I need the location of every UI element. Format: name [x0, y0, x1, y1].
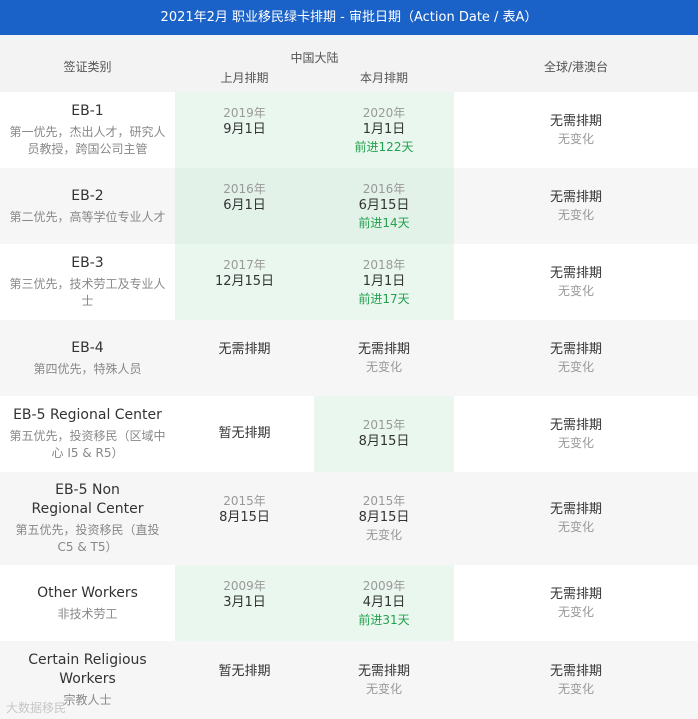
table-row: EB-5 Regional Center 第五优先，投资移民（区域中心 I5 &… — [0, 396, 698, 472]
curr-status: 无需排期 — [357, 341, 410, 357]
category-desc: 第二优先，高等学位专业人才 — [9, 209, 166, 224]
curr-nochange: 无变化 — [365, 359, 402, 374]
category-name: EB-2 — [71, 187, 104, 204]
prev-year: 2019年 — [223, 105, 266, 120]
table-title: 2021年2月 职业移民绿卡排期 - 审批日期（Action Date / 表A… — [0, 0, 698, 35]
global-change: 无变化 — [557, 359, 594, 374]
prev-year: 2016年 — [223, 181, 266, 196]
curr-nochange: 无变化 — [365, 681, 402, 696]
global-change: 无变化 — [557, 207, 594, 222]
prev-status: 暂无排期 — [218, 426, 271, 441]
curr-change: 前进31天 — [358, 612, 410, 627]
table-header: 签证类别 中国大陆 上月排期 本月排期 全球/港澳台 — [0, 35, 698, 92]
prev-year: 2015年 — [223, 494, 266, 508]
curr-year: 2015年 — [362, 418, 406, 432]
prev-year: 2009年 — [223, 578, 266, 593]
table-row: Certain Religious Workers 宗教人士 暂无排期 无需排期… — [0, 641, 698, 719]
curr-year: 2015年 — [362, 494, 406, 508]
table-row: EB-3 第三优先，技术劳工及专业人士 2017年 12月15日 2018年 1… — [0, 244, 698, 320]
header-category: 签证类别 — [63, 60, 112, 74]
prev-date: 12月15日 — [214, 273, 275, 289]
curr-year: 2009年 — [362, 578, 406, 593]
table-row: Other Workers 非技术劳工 2009年 3月1日 2009年 4月1… — [0, 565, 698, 641]
category-name: Other Workers — [37, 584, 138, 601]
table-row: EB-4 第四优先，特殊人员 无需排期 无需排期 无变化 无需排期 无变化 — [0, 320, 698, 396]
prev-date: 8月15日 — [219, 510, 270, 525]
watermark: 大数据移民 — [6, 701, 67, 715]
global-change: 无变化 — [557, 283, 594, 298]
category-name: EB-3 — [71, 255, 104, 271]
curr-date: 1月1日 — [362, 121, 406, 137]
prev-status: 无需排期 — [218, 341, 271, 357]
global-status: 无需排期 — [549, 663, 602, 679]
curr-nochange: 无变化 — [365, 528, 402, 542]
curr-year: 2020年 — [362, 105, 406, 120]
curr-year: 2018年 — [362, 257, 406, 272]
curr-date: 4月1日 — [362, 594, 406, 610]
header-prev: 上月排期 — [220, 71, 269, 85]
header-global: 全球/港澳台 — [543, 60, 609, 74]
category-desc: 第一优先，杰出人才，研究人员教授，跨国公司主管 — [9, 125, 166, 156]
curr-date: 1月1日 — [362, 273, 406, 289]
global-status: 无需排期 — [549, 189, 602, 205]
category-name: EB-4 — [71, 339, 104, 356]
table-row: EB-2 第二优先，高等学位专业人才 2016年 6月1日 2016年 6月15… — [0, 168, 698, 244]
global-change: 无变化 — [557, 131, 594, 146]
header-curr: 本月排期 — [359, 71, 408, 85]
category-desc: 第五优先，投资移民（区域中心 I5 & R5） — [9, 429, 166, 460]
global-change: 无变化 — [557, 604, 594, 619]
category-name: Certain Religious Workers — [28, 652, 147, 687]
curr-change: 前进17天 — [358, 291, 410, 306]
global-status: 无需排期 — [549, 265, 602, 281]
prev-year: 2017年 — [223, 257, 266, 272]
category-desc: 第五优先，投资移民（直投 C5 & T5） — [15, 523, 160, 554]
category-desc: 第四优先，特殊人员 — [33, 361, 142, 376]
category-name: EB-5 Regional Center — [13, 407, 162, 423]
global-status: 无需排期 — [549, 341, 602, 357]
category-name: EB-1 — [71, 103, 104, 119]
prev-date: 9月1日 — [223, 121, 266, 137]
global-status: 无需排期 — [549, 417, 602, 433]
curr-year: 2016年 — [362, 181, 406, 196]
table-row: EB-1 第一优先，杰出人才，研究人员教授，跨国公司主管 2019年 9月1日 … — [0, 92, 698, 168]
global-status: 无需排期 — [549, 113, 602, 129]
global-status: 无需排期 — [549, 586, 602, 602]
curr-date: 8月15日 — [358, 434, 410, 449]
global-change: 无变化 — [557, 520, 594, 534]
global-change: 无变化 — [557, 681, 594, 696]
header-china: 中国大陆 — [290, 51, 339, 65]
curr-date: 6月15日 — [358, 197, 410, 213]
prev-date: 3月1日 — [223, 594, 266, 610]
category-name: EB-5 Non Regional Center — [31, 482, 144, 517]
curr-status: 无需排期 — [357, 663, 410, 679]
table-row: EB-5 Non Regional Center 第五优先，投资移民（直投 C5… — [0, 472, 698, 565]
curr-date: 8月15日 — [358, 510, 410, 525]
global-change: 无变化 — [557, 435, 594, 450]
curr-change: 前进14天 — [358, 215, 410, 230]
category-desc: 非技术劳工 — [57, 606, 118, 621]
category-desc: 第三优先，技术劳工及专业人士 — [9, 277, 166, 308]
global-status: 无需排期 — [549, 502, 602, 517]
prev-date: 6月1日 — [223, 197, 266, 213]
curr-change: 前进122天 — [354, 139, 414, 154]
prev-status: 暂无排期 — [218, 663, 271, 679]
